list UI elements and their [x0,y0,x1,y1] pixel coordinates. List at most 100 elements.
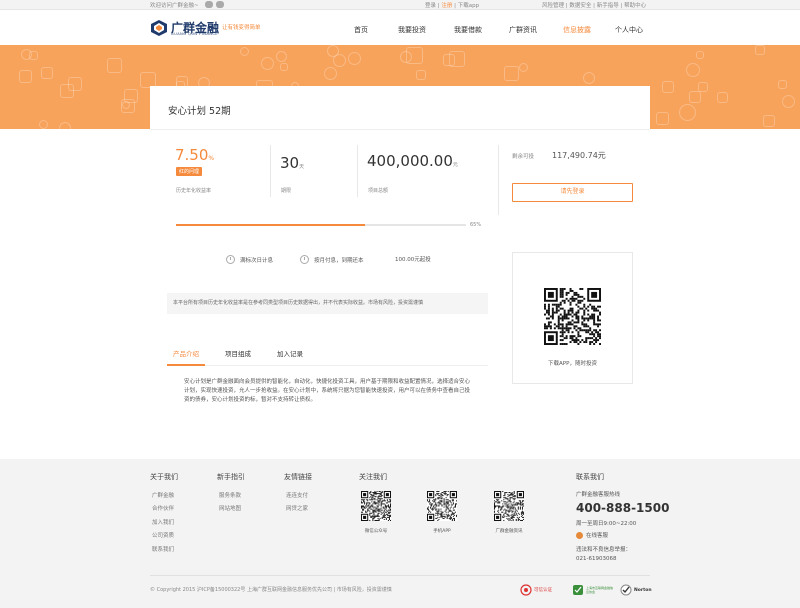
risk-link[interactable]: 风险管理 [542,3,564,9]
banner-pattern-shape [755,45,765,55]
qr-caption: 广群金融资讯 [495,529,523,534]
product-description: 安心计划是广群金融面向会员提供的智能化，自动化，快捷化投资工具，用户基于期限和收… [184,379,471,403]
guide-link[interactable]: 新手指导 [597,3,619,9]
account-links: 登录 | 注册 | 下载app [425,3,480,9]
banner-pattern-shape [583,72,595,84]
banner-pattern-shape [519,63,528,72]
logo-english: GUANG QUN FINANCE [171,32,218,36]
app-qr-icon [427,491,457,521]
association-icon [573,585,583,595]
banner-pattern-shape [449,51,465,67]
remaining-label: 剩余可投 [512,154,535,160]
security-link[interactable]: 数据安全 [569,3,591,9]
tab-join-records[interactable]: 加入记录 [271,345,309,366]
banner-pattern-shape [21,49,32,60]
login-link[interactable]: 登录 [425,3,436,9]
banner-pattern-shape [59,122,71,129]
footer-link[interactable]: 网站地图 [219,504,241,512]
progress-fill [176,224,365,226]
online-service-link[interactable]: 在线客服 [576,531,608,539]
plan-title: 安心计划 52期 [168,106,231,117]
nav-invest[interactable]: 我要投资 [384,25,440,35]
feature-repayment: 按月付息，到期还本 [300,255,364,264]
logo-icon [151,20,167,36]
main-nav: 首页 我要投资 我要借款 广群资讯 信息披露 个人中心 [338,25,654,35]
login-button[interactable]: 请先登录 [512,183,633,202]
help-link[interactable]: 帮助中心 [624,3,646,9]
term-value: 30天 [280,154,305,172]
tab-product-intro[interactable]: 产品介绍 [167,345,205,366]
qr-caption: 手机APP [433,529,451,534]
register-link[interactable]: 注册 [441,3,452,9]
customer-service-icon [576,531,583,539]
banner-pattern-shape [782,95,795,108]
nav-home[interactable]: 首页 [338,25,384,35]
footer-guide-title: 新手指引 [217,473,245,481]
banner-pattern-shape [107,58,122,73]
credible-icon [520,584,532,596]
footer-friends-title: 友情链接 [284,473,312,481]
download-app-link[interactable]: 下载app [458,3,479,9]
header: 广群金融 让有钱变得简单 GUANG QUN FINANCE 首页 我要投资 我… [0,10,800,45]
banner-pattern-shape [261,57,274,70]
banner-pattern-shape [656,112,669,125]
tab-composition[interactable]: 项目组成 [219,345,257,366]
nav-news[interactable]: 广群资讯 [496,25,550,35]
banner-pattern-shape [504,66,519,81]
help-links: 风险管理 | 数据安全 | 新手指导 | 帮助中心 [542,3,647,9]
footer-contact-title: 联系我们 [576,473,604,481]
wechat-icon[interactable] [205,1,213,8]
footer-link[interactable]: 加入我们 [152,518,174,526]
banner-pattern-shape [121,99,135,113]
divider [357,145,358,197]
welcome-text: 欢迎访问广群金融~ [150,3,199,9]
clock-icon [226,255,235,264]
logo[interactable]: 广群金融 让有钱变得简单 GUANG QUN FINANCE [150,19,261,37]
footer-link[interactable]: 公司资质 [152,531,174,539]
footer-link[interactable]: 广群金融 [152,491,174,499]
footer-link[interactable]: 合作伙伴 [152,504,174,512]
footer-link[interactable]: 联系我们 [152,545,174,553]
banner-pattern-shape [19,70,32,83]
service-hours: 周一至周日9:00~22:00 [576,521,637,527]
feature-interest: 满标次日计息 [226,255,273,264]
copyright: © Copyright 2015 沪ICP备15000322号 上海广群互联网金… [150,587,392,593]
rate-badge: 红的问理 [176,167,203,176]
banner-pattern-shape [686,63,700,77]
feature-minimum: 100.00元起投 [395,257,431,263]
footer-link[interactable]: 网贷之家 [286,504,308,512]
banner-pattern-shape [240,47,249,56]
banner-pattern-shape [717,92,728,103]
banner-pattern-shape [689,91,701,103]
footer-follow-title: 关注我们 [359,473,387,481]
trust-badge-association[interactable]: 上海市互联网金融信息协会 [572,583,614,597]
banner-pattern-shape [280,63,288,71]
banner-pattern-shape [39,120,48,129]
divider [150,575,650,576]
banner-pattern-shape [68,77,82,91]
wechat-qr-icon [361,491,391,521]
trust-badge-norton[interactable]: Norton [620,583,652,597]
footer-link[interactable]: 连连支付 [286,491,308,499]
footer [0,459,800,608]
divider [498,145,499,215]
banner-pattern-shape [348,52,361,65]
qr-caption: 微信公众号 [364,529,388,534]
annual-rate: 7.50% [175,146,215,164]
hotline-label: 广群金融客服热线 [576,492,621,498]
banner-pattern-shape [696,51,704,59]
total-amount: 400,000.00元 [367,152,458,170]
weibo-icon[interactable] [216,1,224,8]
banner-pattern-shape [324,67,337,80]
banner-pattern-shape [41,67,53,79]
nav-account[interactable]: 个人中心 [604,25,654,35]
trust-badge-credible[interactable]: 可信认证 [520,583,552,597]
risk-notice: 本平台所有项目历史年化收益率是在参考同类型项目历史数据得出，并不代表实际收益。市… [167,293,488,314]
nav-borrow[interactable]: 我要借款 [440,25,496,35]
nav-disclosure[interactable]: 信息披露 [550,25,604,35]
news-qr-icon [494,491,524,521]
social-icons [205,1,224,8]
hotline-number: 400-888-1500 [576,501,670,515]
footer-link[interactable]: 服务条款 [219,491,241,499]
banner-pattern-shape [778,80,787,89]
